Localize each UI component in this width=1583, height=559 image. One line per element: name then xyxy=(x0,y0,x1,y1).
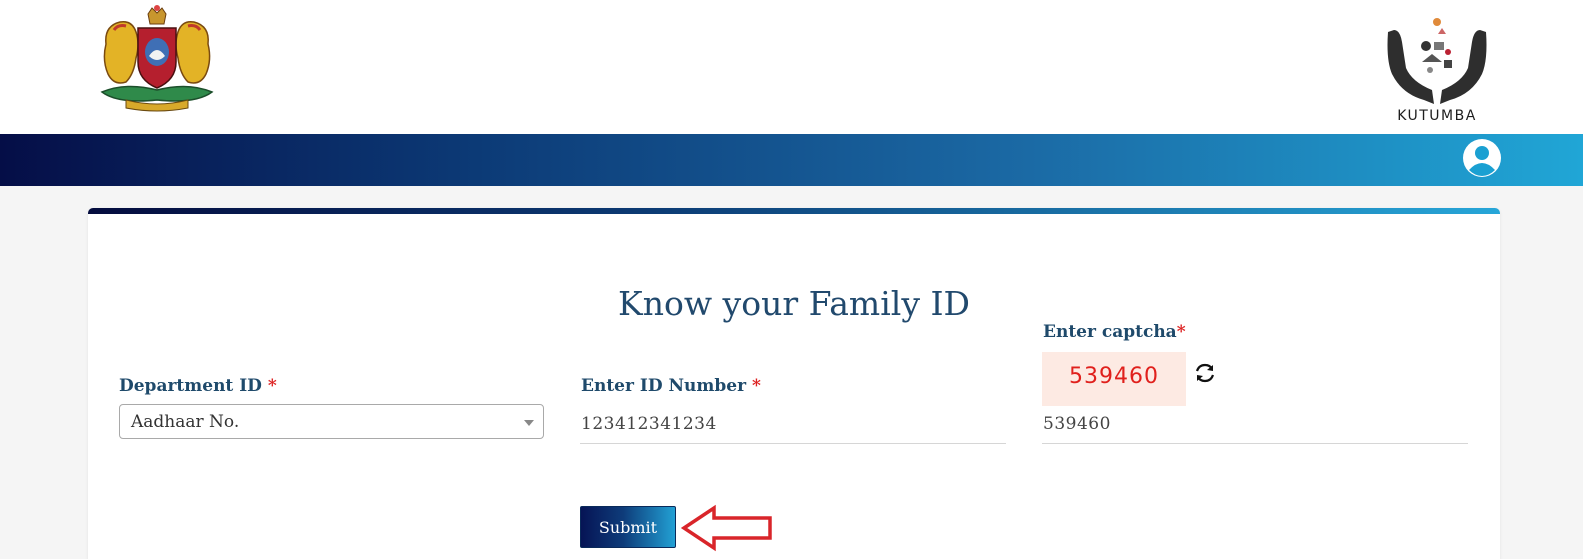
kutumba-logo-icon xyxy=(1387,18,1487,104)
user-avatar-icon[interactable] xyxy=(1462,138,1502,178)
chevron-down-icon xyxy=(524,420,534,426)
captcha-image-text: 539460 xyxy=(1069,364,1159,389)
captcha-label: Enter captcha* xyxy=(1043,322,1186,342)
required-mark: * xyxy=(267,376,277,396)
department-id-label-text: Department ID xyxy=(119,376,262,396)
required-mark: * xyxy=(751,376,761,396)
id-number-label: Enter ID Number * xyxy=(581,376,761,396)
captcha-image: 539460 xyxy=(1042,352,1186,406)
id-number-label-text: Enter ID Number xyxy=(581,376,747,396)
captcha-label-text: Enter captcha xyxy=(1043,322,1177,342)
kutumba-logo-text: KUTUMBA xyxy=(1397,108,1477,124)
family-id-card: Know your Family ID Department ID * Aadh… xyxy=(88,208,1500,559)
top-navbar xyxy=(0,134,1583,186)
red-arrow-left-icon xyxy=(680,504,772,552)
id-number-input[interactable]: 123412341234 xyxy=(580,408,1006,444)
card-top-bar xyxy=(88,208,1500,214)
department-id-select[interactable]: Aadhaar No. xyxy=(119,404,544,439)
site-header: KUTUMBA xyxy=(0,0,1583,134)
captcha-input[interactable]: 539460 xyxy=(1042,408,1468,444)
karnataka-emblem-icon xyxy=(100,5,214,112)
department-id-label: Department ID * xyxy=(119,376,277,396)
required-mark: * xyxy=(1176,322,1186,342)
id-number-value: 123412341234 xyxy=(581,414,717,434)
kutumba-logo: KUTUMBA xyxy=(1382,12,1492,128)
captcha-input-value: 539460 xyxy=(1043,414,1111,434)
refresh-icon[interactable] xyxy=(1193,362,1217,384)
department-id-selected-value: Aadhaar No. xyxy=(131,412,240,432)
page-title: Know your Family ID xyxy=(618,284,970,323)
submit-button[interactable]: Submit xyxy=(580,506,676,548)
